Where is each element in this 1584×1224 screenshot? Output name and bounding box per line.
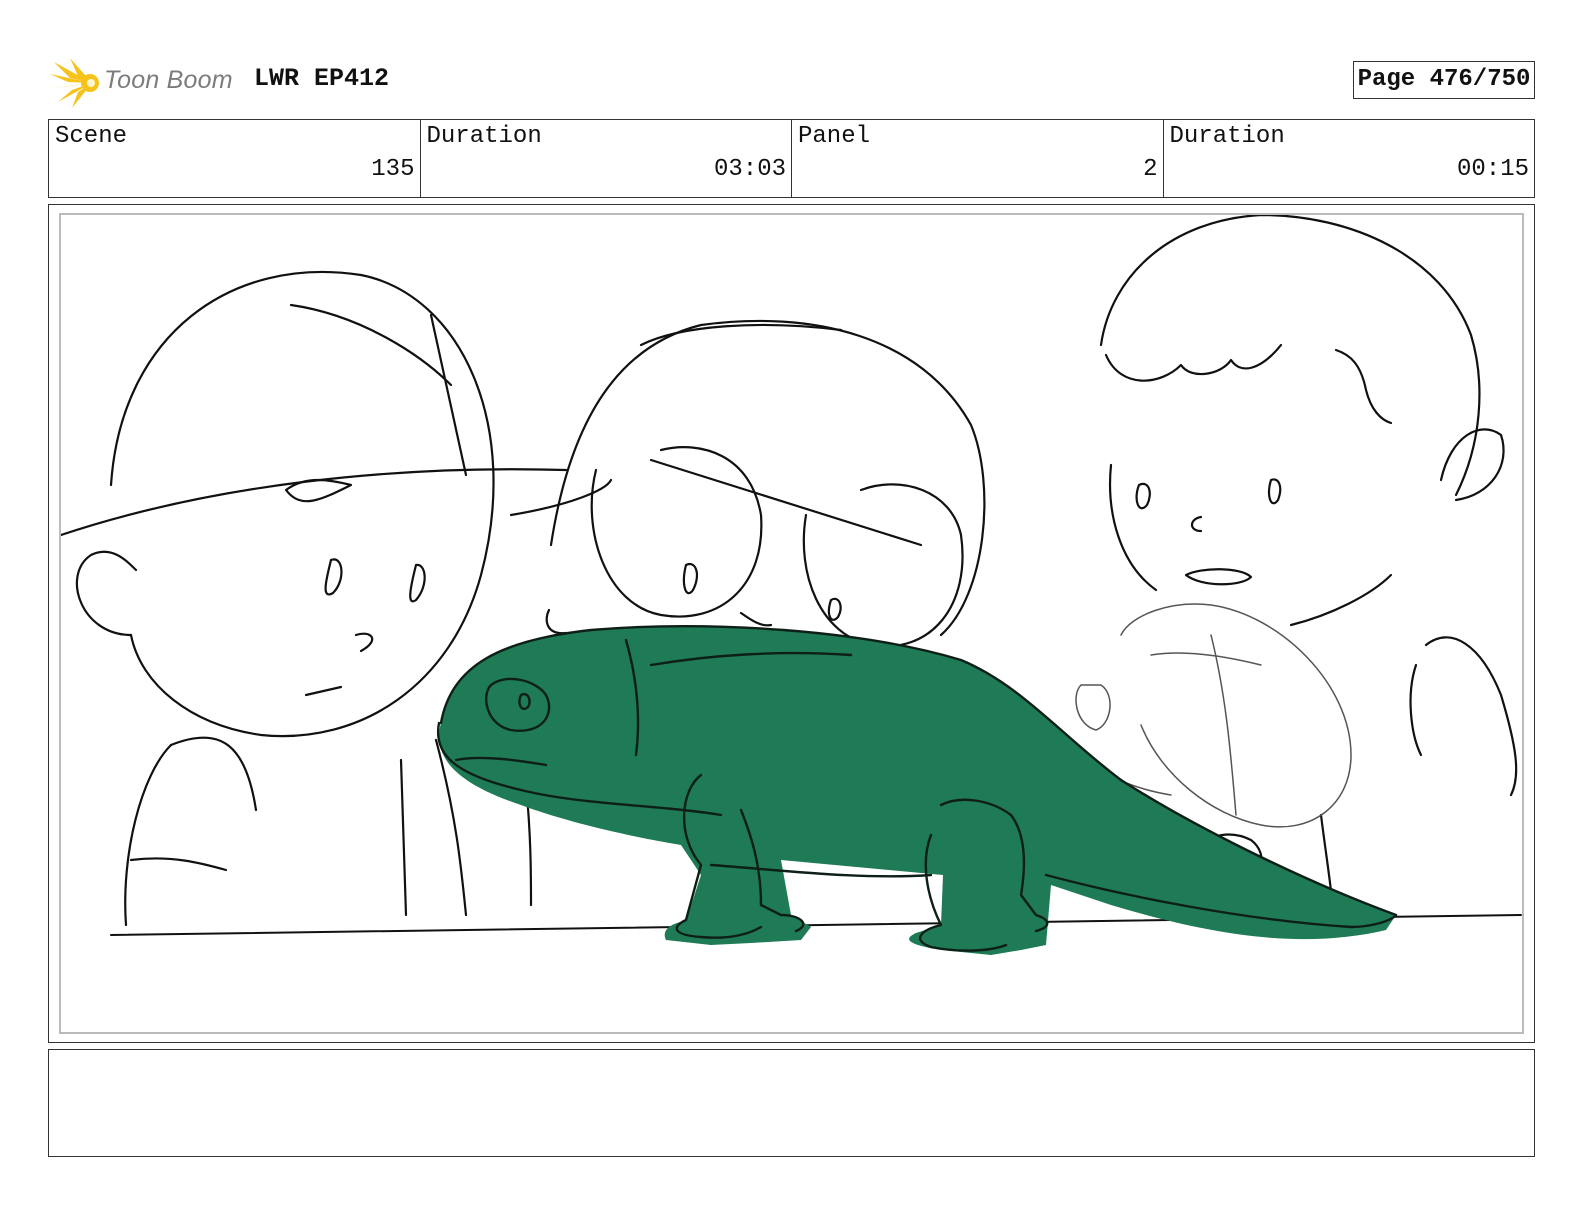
panel-duration-label: Duration — [1169, 123, 1285, 150]
panel-label: Panel — [798, 123, 871, 150]
panel-cell: Panel 2 — [791, 120, 1163, 197]
scene-duration-cell: Duration 03:03 — [419, 120, 792, 197]
scene-cell: Scene 135 — [49, 120, 420, 197]
scene-label: Scene — [55, 123, 128, 150]
panel-sketch — [61, 215, 1522, 955]
chameleon-sketch — [436, 625, 1398, 955]
panel-duration-cell: Duration 00:15 — [1162, 120, 1535, 197]
starburst-icon — [50, 58, 99, 108]
chameleon-body-fill — [439, 626, 1396, 955]
toon-boom-logo: Toon Boom — [50, 56, 240, 110]
storyboard-panel — [48, 204, 1535, 1043]
panel-value: 2 — [1143, 156, 1158, 183]
info-bar: Scene 135 Duration 03:03 Panel 2 Duratio… — [48, 119, 1535, 198]
notes-box — [48, 1049, 1535, 1157]
scene-value: 135 — [371, 156, 415, 183]
logo-text: Toon Boom — [104, 66, 233, 94]
scene-duration-value: 03:03 — [713, 156, 786, 183]
panel-duration-value: 00:15 — [1456, 156, 1529, 183]
project-title: LWR EP412 — [254, 64, 390, 93]
page-number: Page 476/750 — [1353, 61, 1535, 99]
panel-drawing-area — [59, 213, 1524, 1034]
left-child-sketch — [61, 270, 568, 927]
scene-duration-label: Duration — [426, 123, 542, 150]
